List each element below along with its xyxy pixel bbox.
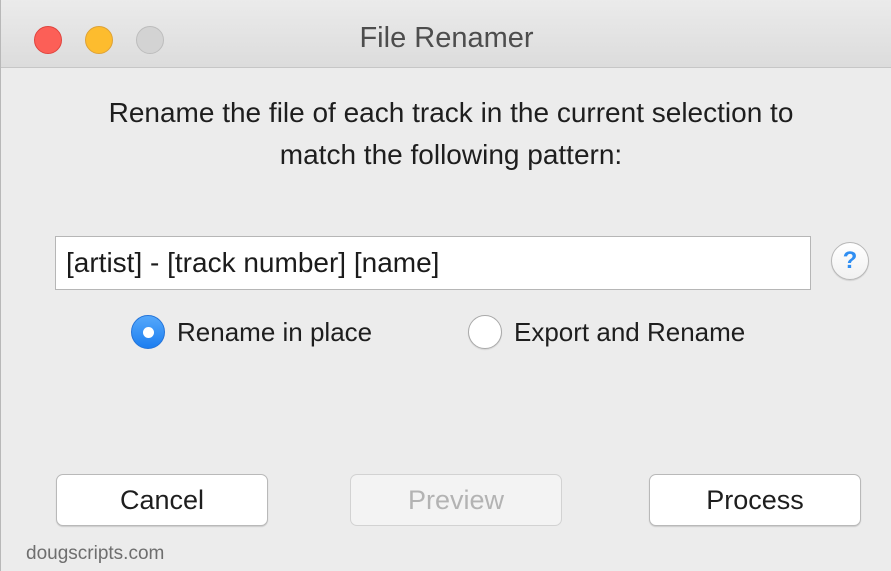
radio-export-and-rename-label: Export and Rename bbox=[514, 316, 746, 347]
radio-unselected-icon[interactable] bbox=[468, 315, 502, 349]
instructions-line-1: Rename the file of each track in the cur… bbox=[108, 97, 794, 128]
instructions-text: Rename the file of each track in the cur… bbox=[21, 92, 881, 176]
question-mark-icon: ? bbox=[842, 247, 858, 274]
pattern-input[interactable] bbox=[55, 236, 811, 290]
preview-button[interactable]: Preview bbox=[350, 474, 562, 526]
help-button[interactable]: ? bbox=[831, 242, 869, 280]
window-title: File Renamer bbox=[359, 22, 534, 54]
radio-rename-in-place-label: Rename in place bbox=[177, 316, 373, 347]
radio-selected-icon[interactable] bbox=[131, 315, 165, 349]
cancel-button[interactable]: Cancel bbox=[56, 474, 268, 526]
title-bar[interactable]: File Renamer bbox=[1, 0, 891, 68]
instructions-line-2: match the following pattern: bbox=[279, 139, 623, 170]
file-renamer-window: File Renamer Rename the file of each tra… bbox=[0, 0, 891, 571]
process-button[interactable]: Process bbox=[649, 474, 861, 526]
radio-export-and-rename[interactable]: Export and Rename bbox=[468, 312, 745, 352]
footer-credit: dougscripts.com bbox=[26, 543, 165, 564]
radio-rename-in-place[interactable]: Rename in place bbox=[131, 312, 372, 352]
